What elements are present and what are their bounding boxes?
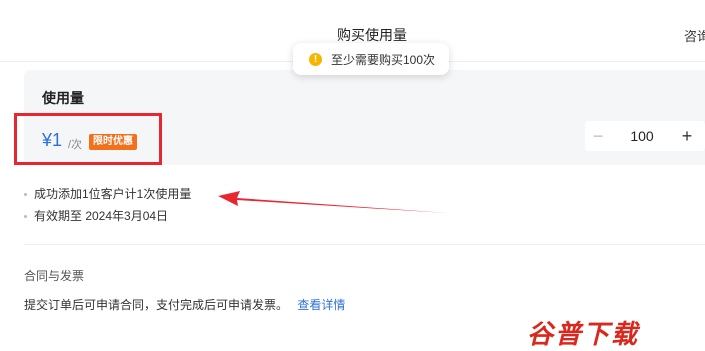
contract-note-text: 提交订单后可申请合同，支付完成后可申请发票。 [24,298,289,312]
contract-note: 提交订单后可申请合同，支付完成后可申请发票。 查看详情 [24,296,345,313]
watermark-logo: 谷普下载 [527,319,640,349]
contract-title: 合同与发票 [24,269,85,283]
divider [24,244,705,245]
view-details-link[interactable]: 查看详情 [297,298,345,312]
